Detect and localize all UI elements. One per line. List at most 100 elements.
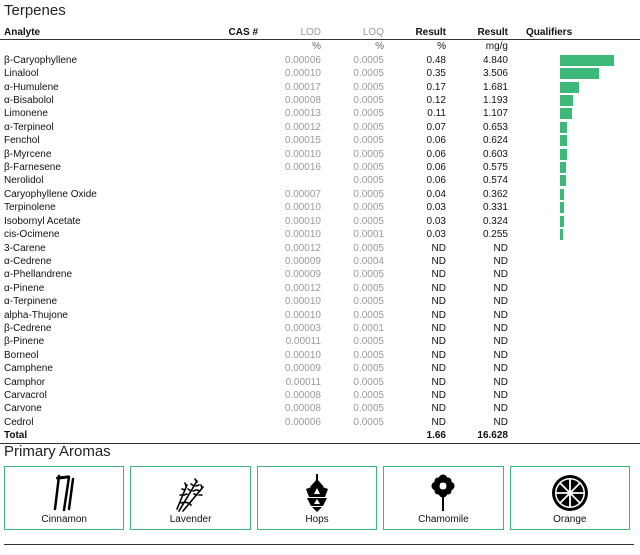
cas-number [204, 107, 258, 120]
total-pct: 1.66 [384, 429, 446, 444]
aroma-label: Hops [305, 514, 329, 525]
table-row: 3-Carene 0.00012 0.0005 ND ND [0, 242, 640, 255]
cas-number [204, 282, 258, 295]
qualifier-cell [508, 161, 640, 174]
cas-number [204, 322, 258, 335]
analyte-name: α-Terpinene [4, 296, 58, 308]
aroma-card-lavender: Lavender [130, 466, 251, 530]
cas-number [204, 94, 258, 107]
result-mgg: 4.840 [482, 54, 508, 66]
result-pct: 0.06 [426, 162, 446, 174]
analyte-name: β-Farnesene [4, 162, 61, 174]
qualifier-cell [508, 402, 640, 415]
aromas-list: Cinnamon Lavender Hops Chamomile Orange [4, 466, 631, 530]
table-row: cis-Ocimene 0.00010 0.0001 0.03 0.255 [0, 228, 640, 241]
lod-value: 0.00015 [284, 135, 321, 147]
analyte-name: α-Humulene [4, 81, 59, 93]
col-analyte: Analyte [0, 26, 204, 41]
result-mgg: 0.362 [482, 188, 508, 200]
loq-value: 0.0005 [353, 162, 384, 174]
lod-value [258, 174, 321, 187]
table-row: Camphene 0.00009 0.0005 ND ND [0, 362, 640, 375]
qualifier-cell [508, 309, 640, 322]
result-mgg: 0.574 [482, 175, 508, 187]
result-mgg: ND [493, 376, 508, 388]
analyte-name: Nerolidol [4, 175, 44, 187]
analyte-name: Fenchol [4, 135, 40, 147]
cas-number [204, 54, 258, 67]
result-pct: 0.06 [426, 135, 446, 147]
result-mgg: ND [493, 389, 508, 401]
loq-value: 0.0005 [353, 376, 384, 388]
loq-value: 0.0005 [353, 336, 384, 348]
loq-value: 0.0005 [353, 296, 384, 308]
table-row: alpha-Thujone 0.00010 0.0005 ND ND [0, 309, 640, 322]
cas-number [204, 215, 258, 228]
qualifier-cell [508, 335, 640, 348]
qualifier-cell [508, 376, 640, 389]
loq-value: 0.0005 [353, 389, 384, 401]
aromas-title: Primary Aromas [4, 443, 111, 460]
qualifier-cell [508, 242, 640, 255]
analyte-name: Carvone [4, 403, 42, 415]
result-mgg: 0.255 [482, 229, 508, 241]
table-row: Caryophyllene Oxide 0.00007 0.0005 0.04 0.36… [0, 188, 640, 201]
result-pct: 0.06 [426, 148, 446, 160]
table-row: Carvacrol 0.00008 0.0005 ND ND [0, 389, 640, 402]
cas-number [204, 242, 258, 255]
lod-value: 0.00010 [284, 215, 321, 227]
cas-number [204, 416, 258, 429]
result-bar [560, 81, 579, 93]
table-row: α-Humulene 0.00017 0.0005 0.17 1.681 [0, 81, 640, 94]
result-mgg: ND [493, 255, 508, 267]
bottom-divider [4, 544, 634, 545]
aroma-card-chamomile: Chamomile [383, 466, 504, 530]
hops-icon [306, 474, 329, 512]
loq-value: 0.0004 [353, 255, 384, 267]
qualifier-cell [508, 362, 640, 375]
lod-value: 0.00010 [284, 202, 321, 214]
qualifier-cell [508, 322, 640, 335]
result-mgg: ND [493, 269, 508, 281]
qualifier-cell [508, 81, 640, 94]
analyte-name: α-Bisabolol [4, 95, 54, 107]
result-pct: ND [431, 336, 446, 348]
qualifier-cell [508, 121, 640, 134]
lod-value: 0.00011 [285, 376, 321, 388]
result-pct: ND [431, 269, 446, 281]
cas-number [204, 255, 258, 268]
loq-value: 0.0005 [353, 148, 384, 160]
aroma-label: Cinnamon [41, 514, 87, 525]
analyte-name: Camphene [4, 363, 53, 375]
lod-value: 0.00012 [284, 282, 321, 294]
aroma-label: Chamomile [418, 514, 469, 525]
result-bar [560, 95, 574, 107]
lod-value: 0.00010 [284, 68, 321, 80]
table-row: Borneol 0.00010 0.0005 ND ND [0, 349, 640, 362]
lod-value: 0.00010 [284, 229, 321, 241]
table-row: β-Cedrene 0.00003 0.0001 ND ND [0, 322, 640, 335]
lod-value: 0.00016 [284, 162, 321, 174]
qualifier-cell [508, 389, 640, 402]
qualifier-cell [508, 54, 640, 67]
lavender-icon [175, 478, 204, 512]
lod-value: 0.00013 [284, 108, 321, 120]
lod-value: 0.00008 [284, 403, 321, 415]
unit-result-mgg: mg/g [485, 41, 508, 53]
analyte-name: β-Pinene [4, 336, 45, 348]
total-mgg: 16.628 [446, 429, 508, 444]
lod-value: 0.00008 [284, 95, 321, 107]
cas-number [204, 174, 258, 187]
result-pct: 0.06 [426, 175, 446, 187]
result-mgg: ND [493, 309, 508, 321]
result-mgg: 0.603 [482, 148, 508, 160]
result-pct: ND [431, 242, 446, 254]
qualifier-cell [508, 148, 640, 161]
result-pct: ND [431, 296, 446, 308]
qualifier-cell [508, 134, 640, 147]
col-result-mgg: Result [446, 26, 508, 41]
table-row: α-Phellandrene 0.00009 0.0005 ND ND [0, 268, 640, 281]
col-loq: LOQ [321, 26, 384, 41]
result-bar [560, 148, 567, 160]
cas-number [204, 201, 258, 214]
